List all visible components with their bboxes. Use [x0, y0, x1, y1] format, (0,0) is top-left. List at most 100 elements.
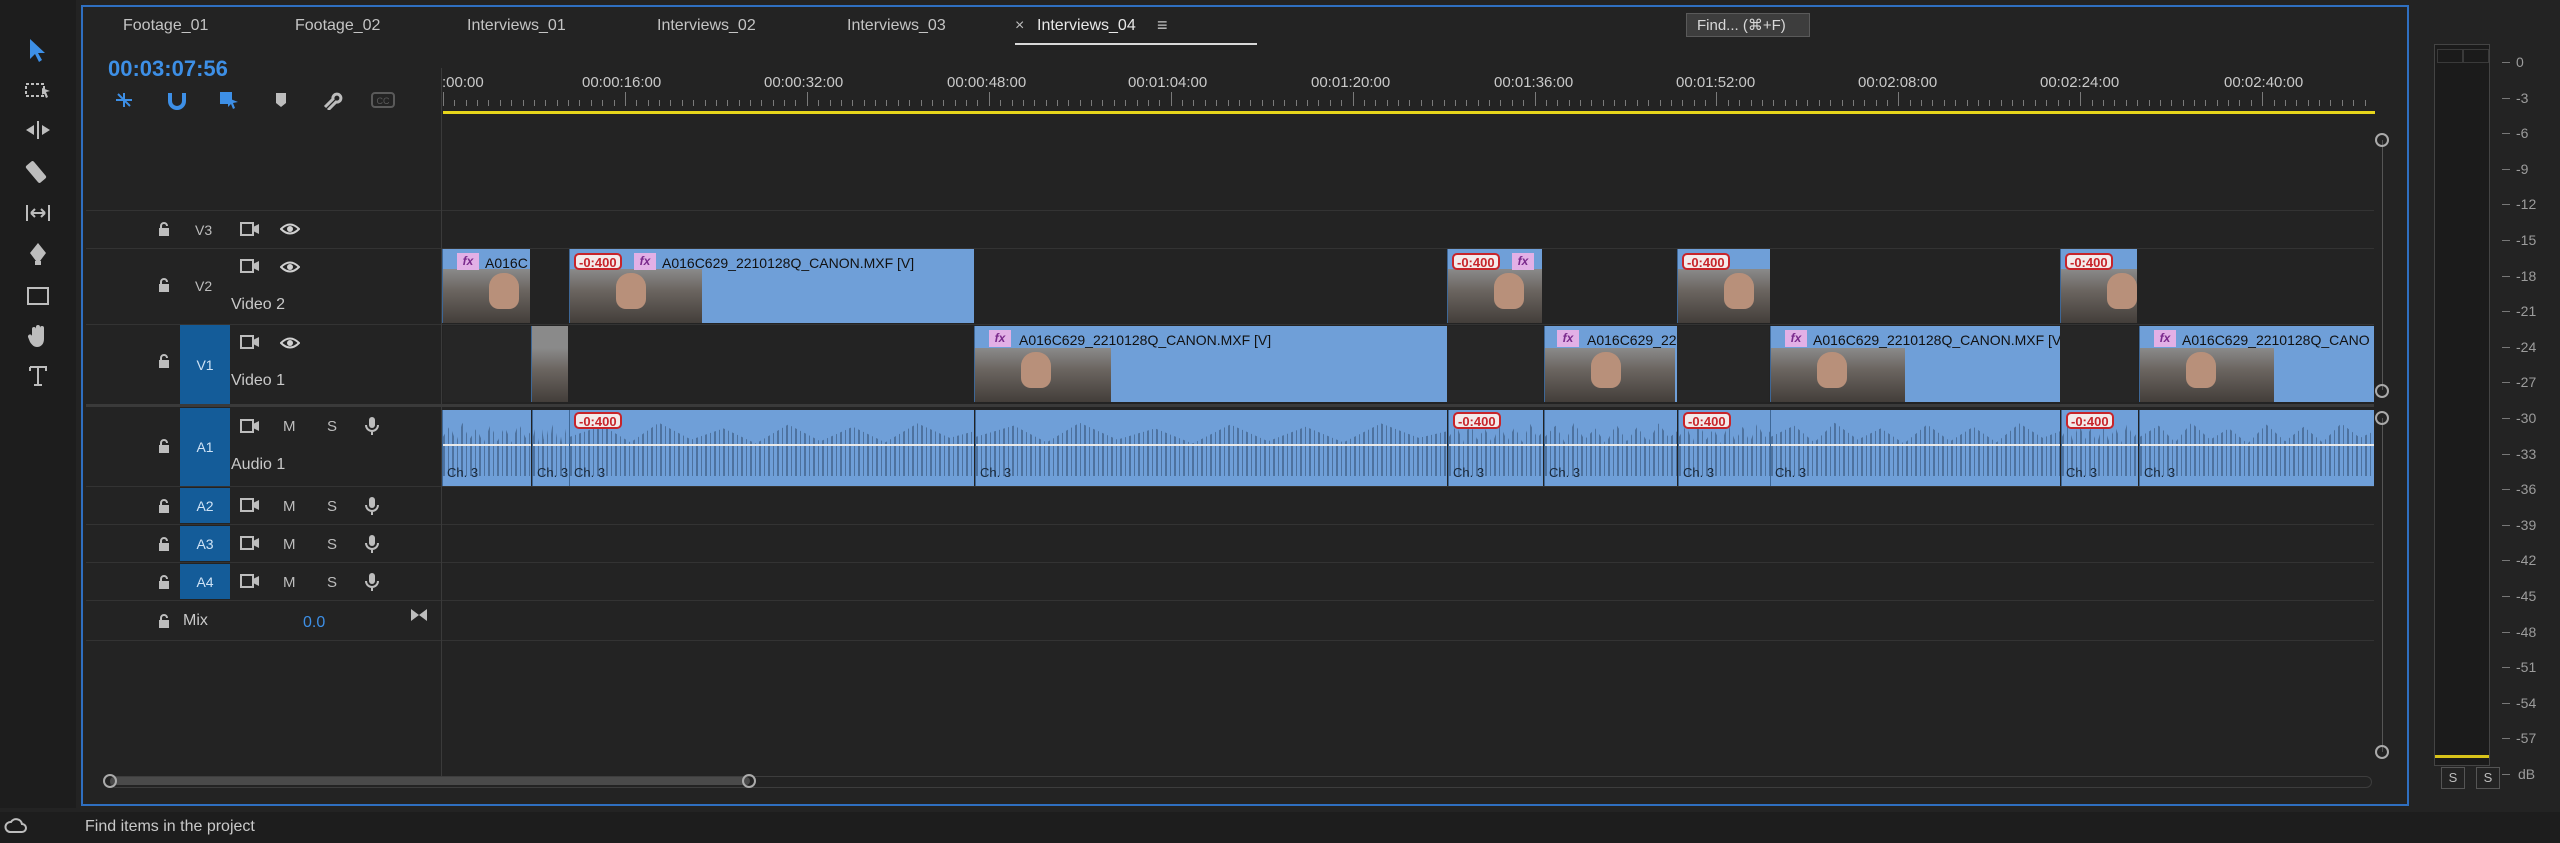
snap-magnet-icon[interactable]: [165, 88, 189, 112]
volume-rubberband[interactable]: [1545, 444, 1677, 446]
lock-icon[interactable]: [157, 222, 171, 236]
lock-icon[interactable]: [157, 354, 171, 368]
tab-interviews-04[interactable]: Interviews_04: [1037, 17, 1136, 35]
zoom-scroll-thumb[interactable]: [110, 777, 750, 785]
bowtie-icon[interactable]: [409, 607, 429, 627]
track-target-v1[interactable]: V1: [180, 325, 230, 404]
timeline-settings-wrench-icon[interactable]: [320, 88, 344, 112]
tab-interviews-01[interactable]: Interviews_01: [467, 17, 566, 35]
video-clip[interactable]: fx A016C629_22: [1544, 326, 1677, 402]
volume-rubberband[interactable]: [1771, 444, 2060, 446]
volume-rubberband[interactable]: [1679, 444, 1770, 446]
volume-rubberband[interactable]: [1449, 444, 1543, 446]
track-target-a1[interactable]: A1: [180, 408, 230, 486]
eye-icon[interactable]: [279, 222, 301, 240]
track-target-a4[interactable]: A4: [180, 564, 230, 599]
mute-button[interactable]: M: [283, 536, 296, 553]
scrollbar-handle[interactable]: [2375, 133, 2389, 147]
video-clip[interactable]: -0:400: [1677, 249, 1770, 323]
track-target-a2[interactable]: A2: [180, 488, 230, 523]
lock-icon[interactable]: [157, 575, 171, 589]
tab-menu-icon[interactable]: ≡: [1157, 15, 1168, 36]
creative-cloud-icon[interactable]: [4, 818, 28, 840]
sync-lock-icon[interactable]: [240, 535, 260, 555]
transition-badge[interactable]: -0:400: [574, 412, 622, 429]
solo-button[interactable]: S: [327, 574, 337, 591]
sync-lock-icon[interactable]: [240, 334, 260, 354]
eye-icon[interactable]: [279, 260, 301, 278]
eye-icon[interactable]: [279, 336, 301, 354]
captions-icon[interactable]: CC: [371, 88, 395, 112]
sync-lock-icon[interactable]: [240, 221, 260, 241]
video-clip[interactable]: [531, 326, 568, 402]
audio-vertical-scrollbar[interactable]: [2382, 418, 2383, 752]
track-label-v3[interactable]: V3: [195, 222, 212, 238]
scrollbar-handle[interactable]: [2375, 384, 2389, 398]
zoom-handle-right[interactable]: [742, 774, 756, 788]
video-clip[interactable]: -0:400 fx A016C629_2210128Q_CANON.MXF [V…: [569, 249, 974, 323]
snap-nest-icon[interactable]: [112, 88, 136, 112]
solo-right-button[interactable]: S: [2476, 767, 2500, 789]
transition-badge[interactable]: -0:400: [1682, 253, 1730, 270]
type-tool-icon[interactable]: [20, 358, 56, 394]
volume-rubberband[interactable]: [2062, 444, 2138, 446]
hand-tool-icon[interactable]: [20, 318, 56, 354]
transition-badge[interactable]: -0:400: [2066, 412, 2114, 429]
zoom-handle-left[interactable]: [103, 774, 117, 788]
video-clip[interactable]: fx A016C629_2210128Q_CANON.MXF [V]: [974, 326, 1447, 402]
solo-left-button[interactable]: S: [2441, 767, 2465, 789]
audio-clip[interactable]: -0:400 Ch. 3: [569, 410, 974, 486]
mix-volume-value[interactable]: 0.0: [303, 614, 325, 632]
add-marker-icon[interactable]: [269, 88, 293, 112]
transition-badge[interactable]: -0:400: [574, 253, 622, 270]
tab-footage-01[interactable]: Footage_01: [123, 17, 208, 35]
tab-footage-02[interactable]: Footage_02: [295, 17, 380, 35]
mic-icon[interactable]: [364, 416, 380, 440]
mic-icon[interactable]: [364, 572, 380, 596]
scrollbar-handle[interactable]: [2375, 411, 2389, 425]
rectangle-tool-icon[interactable]: [20, 278, 56, 314]
transition-badge[interactable]: -0:400: [2065, 253, 2113, 270]
audio-clip[interactable]: Ch. 3: [1544, 410, 1677, 486]
track-name-video-1[interactable]: Video 1: [231, 372, 285, 390]
volume-rubberband[interactable]: [2140, 444, 2374, 446]
video-clip[interactable]: fx A016C629_2210128Q_CANON.MXF [V: [1770, 326, 2060, 402]
sync-lock-icon[interactable]: [240, 418, 260, 438]
linked-selection-icon[interactable]: [217, 88, 241, 112]
transition-badge[interactable]: -0:400: [1683, 412, 1731, 429]
mic-icon[interactable]: [364, 496, 380, 520]
lock-icon[interactable]: [157, 439, 171, 453]
track-label-v2[interactable]: V2: [195, 278, 212, 294]
audio-clip[interactable]: -0:400 Ch. 3: [1678, 410, 1770, 486]
volume-rubberband[interactable]: [570, 444, 974, 446]
audio-clip[interactable]: Ch. 3: [442, 410, 531, 486]
track-name-audio-1[interactable]: Audio 1: [231, 456, 285, 474]
audio-clip[interactable]: Ch. 3: [975, 410, 1447, 486]
video-clip[interactable]: fx A016C629_2210128Q_CANO: [2139, 326, 2374, 402]
tab-close-icon[interactable]: ×: [1015, 17, 1024, 35]
transition-badge[interactable]: -0:400: [1452, 253, 1500, 270]
volume-rubberband[interactable]: [443, 444, 531, 446]
audio-clip[interactable]: Ch. 3: [2139, 410, 2374, 486]
solo-button[interactable]: S: [327, 536, 337, 553]
playhead-timecode[interactable]: 00:03:07:56: [108, 56, 228, 82]
lock-icon[interactable]: [157, 499, 171, 513]
lock-icon[interactable]: [157, 537, 171, 551]
audio-clip[interactable]: Ch. 3: [1770, 410, 2060, 486]
work-area-bar[interactable]: [443, 111, 2375, 114]
ripple-edit-tool-icon[interactable]: [20, 112, 56, 148]
lock-icon[interactable]: [157, 278, 171, 292]
video-clip[interactable]: -0:400 fx: [1447, 249, 1542, 323]
razor-tool-icon[interactable]: [20, 154, 56, 190]
video-clip[interactable]: -0:400: [2060, 249, 2137, 323]
volume-rubberband[interactable]: [533, 444, 569, 446]
scrollbar-handle[interactable]: [2375, 745, 2389, 759]
mute-button[interactable]: M: [283, 574, 296, 591]
audio-clip[interactable]: -0:400 Ch. 3: [1448, 410, 1543, 486]
sync-lock-icon[interactable]: [240, 497, 260, 517]
lock-icon[interactable]: [157, 614, 171, 628]
solo-button[interactable]: S: [327, 418, 337, 435]
mute-button[interactable]: M: [283, 418, 296, 435]
track-name-video-2[interactable]: Video 2: [231, 296, 285, 314]
video-vertical-scrollbar[interactable]: [2382, 140, 2383, 390]
